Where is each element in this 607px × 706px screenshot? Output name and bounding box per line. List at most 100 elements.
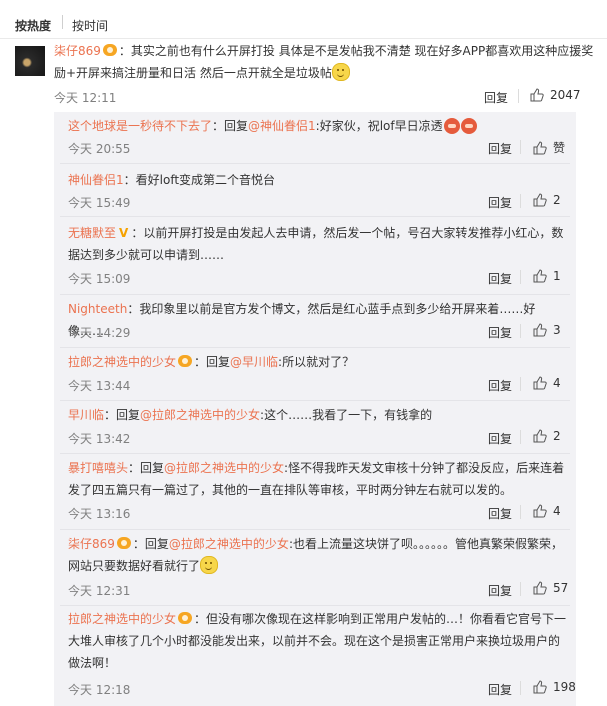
reply-divider <box>60 605 570 606</box>
avatar[interactable] <box>15 46 45 76</box>
sub-reply-body: ：以前开屏打投是由发起人去申请，然后发一个帖，号召大家转发推荐小红心，数据达到多… <box>68 226 564 262</box>
sub-reply-like-button[interactable]: 198 <box>533 680 576 694</box>
mention-link[interactable]: @早川临 <box>230 355 278 369</box>
sub-reply-like-count: 4 <box>553 504 561 518</box>
member-badge-icon <box>116 537 131 549</box>
member-badge-icon <box>102 44 117 56</box>
thumbs-up-icon <box>533 323 547 337</box>
sub-reply-body: ：回复 <box>132 537 169 551</box>
sub-reply-like-count: 2 <box>553 429 561 443</box>
mention-link[interactable]: @神仙眷侣1 <box>248 119 316 133</box>
sub-reply-like-button[interactable]: 57 <box>533 581 568 595</box>
sub-reply-username[interactable]: 这个地球是一秒待不下去了 <box>68 119 212 133</box>
thumbs-up-icon <box>533 141 547 155</box>
sort-bar: 按热度 按时间 <box>0 0 607 39</box>
sub-reply-reply-button[interactable]: 回复 <box>488 681 512 698</box>
sub-reply-like-count: 赞 <box>553 141 566 155</box>
sub-reply-reply-button[interactable]: 回复 <box>488 140 512 157</box>
sort-by-hot-tab[interactable]: 按热度 <box>15 17 51 34</box>
reply-divider <box>60 163 570 164</box>
thumbs-up-icon <box>530 88 544 102</box>
sub-reply-body: ：回复 <box>104 408 141 422</box>
sub-reply-body: ：看好loft变成第二个音悦台 <box>123 173 276 187</box>
sub-reply-username[interactable]: 无糖默至 <box>68 226 116 240</box>
sub-reply-like-button[interactable]: 4 <box>533 376 561 390</box>
thumbs-up-icon <box>533 680 547 694</box>
sub-reply-like-button[interactable]: 赞 <box>533 139 565 156</box>
sub-reply-text: 无糖默至 V ：以前开屏打投是由发起人去申请，然后发一个帖，号召大家转发推荐小红心，… <box>68 222 568 266</box>
sub-reply-like-button[interactable]: 2 <box>533 193 561 207</box>
sub-reply-like-button[interactable]: 2 <box>533 429 561 443</box>
member-badge-icon <box>178 612 193 624</box>
sub-reply-text: 这个地球是一秒待不下去了：回复@神仙眷侣1:好家伙，祝lof早日凉透 <box>68 115 568 137</box>
sub-reply-username[interactable]: Nighteeth <box>68 302 127 316</box>
sub-reply-reply-button[interactable]: 回复 <box>488 505 512 522</box>
sub-reply-like-count: 4 <box>553 376 561 390</box>
thumbs-up-icon <box>533 504 547 518</box>
sub-reply-time: 今天 13:44 <box>68 379 131 393</box>
sub-reply-time: 今天 15:49 <box>68 196 131 210</box>
sub-reply-time: 今天 20:55 <box>68 142 131 156</box>
main-comment-reply-button[interactable]: 回复 <box>484 89 508 106</box>
sub-reply-time: 今天 14:29 <box>68 326 131 340</box>
sub-reply-username[interactable]: 拉郎之神选中的少女 <box>68 355 176 369</box>
sub-reply-like-count: 1 <box>553 269 561 283</box>
red-face-emoji-icon <box>460 118 477 134</box>
thumbs-up-icon <box>533 193 547 207</box>
sub-reply-username[interactable]: 早川临 <box>68 408 104 422</box>
thumbs-up-icon <box>533 429 547 443</box>
sub-reply-username[interactable]: 柒仔869 <box>68 537 115 551</box>
thumbs-up-icon <box>533 376 547 390</box>
sub-reply-time: 今天 12:18 <box>68 683 131 697</box>
sub-reply-text: 神仙眷侣1：看好loft变成第二个音悦台 <box>68 169 568 191</box>
main-comment-username[interactable]: 柒仔869 <box>54 44 101 58</box>
sub-reply-reply-button[interactable]: 回复 <box>488 582 512 599</box>
main-comment-text: 柒仔869 ：其实之前也有什么开屏打投 具体是不是发帖我不清楚 现在好多APP都喜… <box>54 44 594 81</box>
sub-reply-body: ：我印象里以前是官方发个博文，然后是红心蓝手点到多少给开屏来着……好像…… <box>68 302 536 338</box>
sub-reply-username[interactable]: 神仙眷侣1 <box>68 173 124 187</box>
main-comment-time: 今天 12:11 <box>54 91 117 105</box>
mention-link[interactable]: @拉郎之神选中的少女 <box>169 537 289 551</box>
reply-divider <box>60 529 570 530</box>
verified-v-icon: V <box>119 226 129 240</box>
sub-reply-like-button[interactable]: 3 <box>533 323 561 337</box>
action-divider <box>520 582 521 596</box>
sub-reply-username[interactable]: 暴打嘻嘻头 <box>68 461 128 475</box>
action-divider <box>520 681 521 695</box>
sub-reply-username[interactable]: 拉郎之神选中的少女 <box>68 612 176 626</box>
sub-reply-like-count: 198 <box>553 680 576 694</box>
sub-reply-reply-button[interactable]: 回复 <box>488 430 512 447</box>
action-divider <box>520 270 521 284</box>
action-divider <box>518 89 519 103</box>
sub-reply-reply-button[interactable]: 回复 <box>488 377 512 394</box>
sub-reply-body-rest: :这个……我看了一下，有钱拿的 <box>260 408 433 422</box>
mention-link[interactable]: @拉郎之神选中的少女 <box>140 408 260 422</box>
sub-reply-like-button[interactable]: 1 <box>533 269 561 283</box>
action-divider <box>520 430 521 444</box>
red-face-emoji-icon <box>443 118 460 134</box>
action-divider <box>520 194 521 208</box>
sub-reply-like-count: 2 <box>553 193 561 207</box>
main-comment-like-count: 2047 <box>550 88 581 102</box>
action-divider <box>520 140 521 154</box>
sort-by-time-tab[interactable]: 按时间 <box>72 17 108 34</box>
sub-reply-time: 今天 12:31 <box>68 584 131 598</box>
sub-reply-body: ：回复 <box>128 461 165 475</box>
sub-reply-reply-button[interactable]: 回复 <box>488 324 512 341</box>
thumbs-up-icon <box>533 581 547 595</box>
sub-reply-reply-button[interactable]: 回复 <box>488 270 512 287</box>
sub-reply-reply-button[interactable]: 回复 <box>488 194 512 211</box>
reply-divider <box>60 294 570 295</box>
sub-reply-text: 拉郎之神选中的少女 ：回复@早川临:所以就对了？ <box>68 351 568 373</box>
sub-reply-text: 拉郎之神选中的少女 ：但没有哪次像现在这样影响到正常用户发帖的…！你看看它官号下一… <box>68 608 568 674</box>
main-comment-like-button[interactable]: 2047 <box>530 88 581 102</box>
sub-reply-body: ：回复 <box>212 119 249 133</box>
reply-divider <box>60 453 570 454</box>
sub-reply-time: 今天 13:16 <box>68 507 131 521</box>
thumbs-up-icon <box>533 269 547 283</box>
member-badge-icon <box>178 355 193 367</box>
smile-emoji-icon <box>331 63 350 81</box>
sub-reply-like-button[interactable]: 4 <box>533 504 561 518</box>
sub-reply-text: 早川临：回复@拉郎之神选中的少女:这个……我看了一下，有钱拿的 <box>68 404 568 426</box>
mention-link[interactable]: @拉郎之神选中的少女 <box>164 461 284 475</box>
